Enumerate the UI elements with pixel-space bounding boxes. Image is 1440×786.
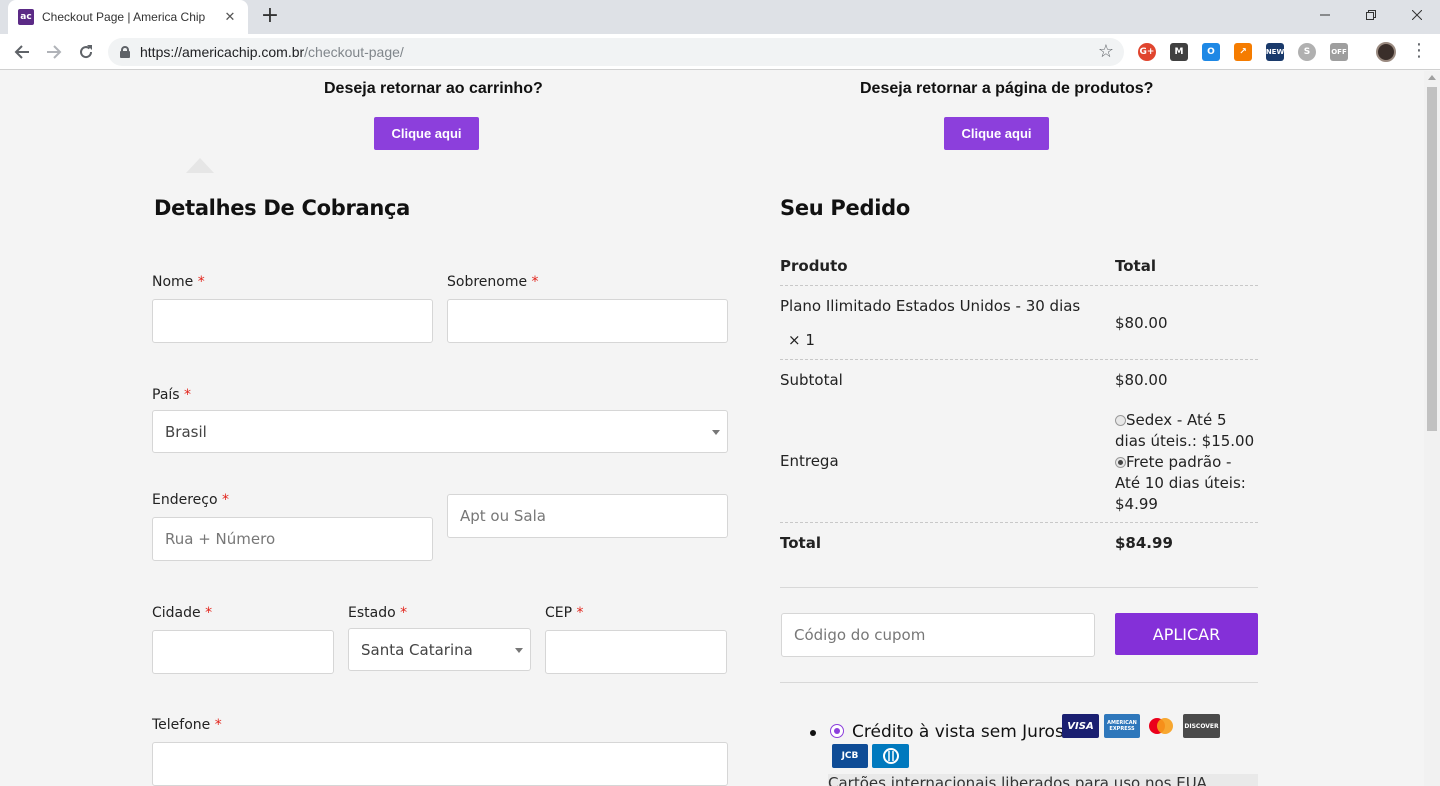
item-name: Plano Ilimitado Estados Unidos - 30 dias [780,297,1081,315]
divider [780,359,1258,360]
address-placeholder: Rua + Número [165,530,276,548]
city-label: Cidade * [152,605,213,621]
url-path: /checkout-page/ [304,44,404,60]
payment-note: Cartões internacionais liberados para us… [828,774,1258,786]
shipping-radio-sedex[interactable] [1115,415,1126,426]
state-value: Santa Catarina [361,640,473,659]
back-icon[interactable] [10,40,34,64]
tab-title: Checkout Page | America Chip [42,10,206,24]
page-scrollbar[interactable] [1424,71,1440,786]
divider [780,682,1258,683]
divider [780,587,1258,588]
city-field[interactable] [152,630,334,674]
visa-card-icon: VISA [1062,714,1099,738]
jcb-card-icon: JCB [832,744,868,768]
star-icon[interactable]: ☆ [1098,41,1114,62]
tooltip-pointer [186,158,214,173]
outlook-extension-icon[interactable]: O [1202,43,1220,61]
restore-window-icon[interactable] [1348,0,1394,30]
chevron-down-icon [515,647,523,653]
address-bar[interactable]: https://americachip.com.br/checkout-page… [108,38,1124,66]
country-value: Brasil [165,422,207,441]
browser-tab[interactable]: ac Checkout Page | America Chip ✕ [8,0,248,34]
zip-label: CEP * [545,605,584,621]
forward-icon[interactable] [42,40,66,64]
divider [780,285,1258,286]
shipping-option-standard[interactable]: Frete padrão - [1115,452,1254,473]
total-value: $84.99 [1115,534,1173,552]
close-window-icon[interactable] [1394,0,1440,30]
tab-close-icon[interactable]: ✕ [222,9,238,25]
last-name-field[interactable] [447,299,728,343]
diners-card-icon [872,744,909,768]
last-name-label: Sobrenome * [447,274,539,290]
reload-icon[interactable] [74,40,98,64]
shipping-option-standard-line2: Até 10 dias úteis: [1115,474,1246,492]
mastercard-card-icon [1144,714,1178,738]
return-to-cart-button[interactable]: Clique aqui [374,117,479,150]
payment-radio-credit[interactable] [830,724,844,738]
menu-icon[interactable]: ⋮ [1410,40,1428,61]
subtotal-label: Subtotal [780,371,843,389]
shipping-option-sedex-line2: dias úteis.: $15.00 [1115,432,1255,450]
checkout-page: Deseja retornar ao carrinho? Clique aqui… [0,71,1424,786]
news-extension-icon[interactable]: NEW [1266,43,1284,61]
billing-title: Detalhes De Cobrança [154,196,411,220]
new-tab-button[interactable]: + [258,4,282,28]
minimize-window-icon[interactable] [1302,0,1348,30]
analytics-extension-icon[interactable]: ↗ [1234,43,1252,61]
col-product-header: Produto [780,257,848,275]
country-select[interactable]: Brasil [152,410,728,453]
address-field[interactable]: Rua + Número [152,517,433,561]
apt-field[interactable]: Apt ou Sala [447,494,728,538]
google-plus-extension-icon[interactable]: G+ [1138,43,1156,61]
phone-field[interactable] [152,742,728,786]
total-label: Total [780,534,821,552]
scrollbar-thumb[interactable] [1427,87,1437,431]
coupon-input[interactable]: Código do cupom [781,613,1095,657]
return-to-products-block: Deseja retornar a página de produtos? Cl… [860,80,1154,150]
return-to-cart-block: Deseja retornar ao carrinho? Clique aqui [324,80,543,150]
shipping-options: Sedex - Até 5 dias úteis.: $15.00 Frete … [1115,410,1254,515]
item-qty: × 1 [788,331,815,349]
shipping-option-standard-line3: $4.99 [1115,495,1158,513]
subtotal-value: $80.00 [1115,371,1168,389]
gmail-extension-icon[interactable]: M [1170,43,1188,61]
state-label: Estado * [348,605,408,621]
divider [780,522,1258,523]
discover-card-icon: DISCOVER [1183,714,1220,738]
site-favicon-icon: ac [18,9,34,25]
url-host: https://americachip.com.br [140,44,305,60]
apt-placeholder: Apt ou Sala [460,507,546,525]
return-to-cart-question: Deseja retornar ao carrinho? [324,80,543,97]
list-bullet [810,730,816,736]
first-name-label: Nome * [152,274,205,290]
phone-label: Telefone * [152,717,222,733]
return-to-products-button[interactable]: Clique aqui [944,117,1049,150]
shipping-label: Entrega [780,452,839,470]
col-total-header: Total [1115,257,1156,275]
shipping-radio-standard[interactable] [1115,457,1126,468]
off-extension-icon[interactable]: OFF [1330,43,1348,61]
return-to-products-question: Deseja retornar a página de produtos? [860,80,1154,97]
chevron-down-icon [712,429,720,435]
state-select[interactable]: Santa Catarina [348,628,531,671]
amex-card-icon: AMERICAN EXPRESS [1104,714,1140,738]
zip-field[interactable] [545,630,727,674]
payment-method-label: Crédito à vista sem Juros. [852,722,1070,742]
scroll-up-icon[interactable] [1428,75,1436,80]
lock-icon [120,46,130,58]
shipping-option-sedex[interactable]: Sedex - Até 5 [1115,410,1254,431]
country-label: País * [152,387,192,403]
address-label: Endereço * [152,492,229,508]
first-name-field[interactable] [152,299,433,343]
skype-extension-icon[interactable]: S [1298,43,1316,61]
order-title: Seu Pedido [780,196,910,220]
browser-tab-strip: ac Checkout Page | America Chip ✕ + [0,0,1440,34]
item-total: $80.00 [1115,314,1168,332]
browser-toolbar: https://americachip.com.br/checkout-page… [0,34,1440,70]
coupon-placeholder: Código do cupom [794,626,926,644]
apply-coupon-button[interactable]: APLICAR [1115,613,1258,655]
profile-avatar[interactable] [1376,42,1396,62]
